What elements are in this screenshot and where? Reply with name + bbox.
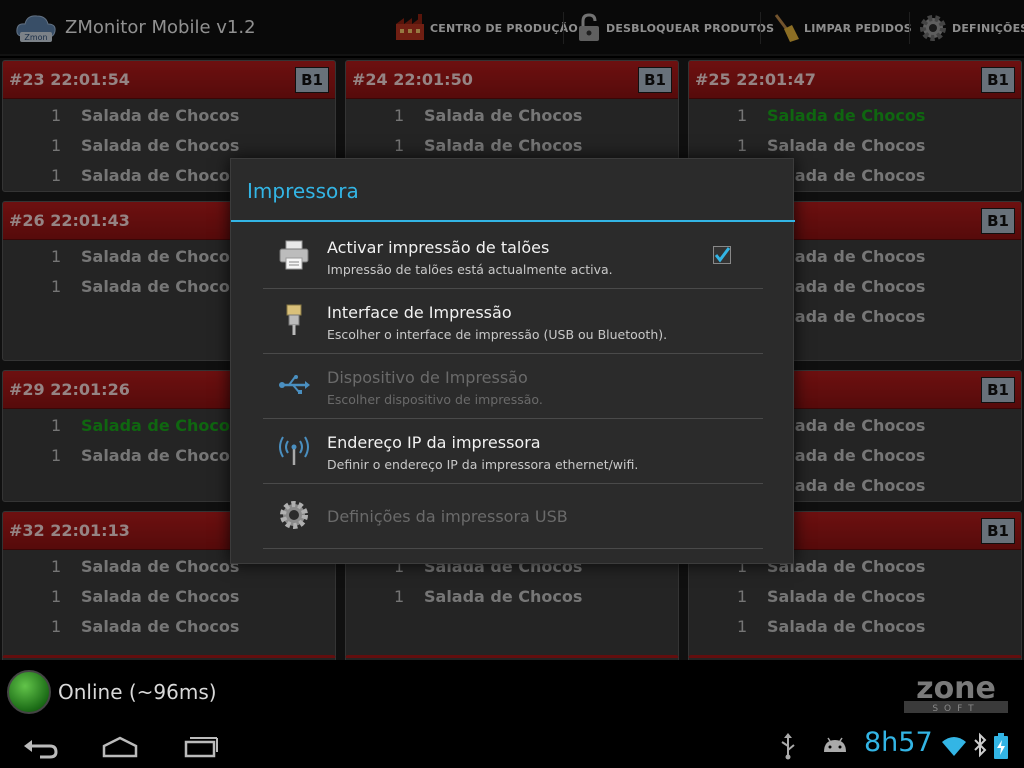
- checkmark-icon: [714, 247, 731, 263]
- dialog-title: Impressora: [247, 179, 359, 203]
- home-icon[interactable]: [100, 732, 140, 760]
- usb-icon: [279, 375, 310, 394]
- connection-status-bar: Online (~96ms) zone SOFT: [0, 660, 1024, 724]
- connection-status-text: Online (~96ms): [58, 680, 217, 704]
- pref-title: Endereço IP da impressora: [327, 433, 541, 452]
- pref-summary: Escolher o interface de impressão (USB o…: [327, 327, 668, 342]
- pref-title: Dispositivo de Impressão: [327, 368, 528, 387]
- pref-summary: Escolher dispositivo de impressão.: [327, 392, 543, 407]
- printer-dialog: Impressora Activar impressão de talões I…: [230, 158, 795, 564]
- zone-soft-logo: zone SOFT: [904, 671, 1008, 714]
- pref-title: Interface de Impressão: [327, 303, 512, 322]
- pref-print-interface[interactable]: Interface de Impressão Escolher o interf…: [263, 289, 763, 354]
- pref-usb-printer-settings[interactable]: Definições da impressora USB: [263, 484, 763, 549]
- bluetooth-icon: [974, 732, 987, 758]
- online-indicator-led: [7, 670, 51, 714]
- pref-summary: Impressão de talões está actualmente act…: [327, 262, 613, 277]
- system-navigation-bar: 8h57: [0, 724, 1024, 768]
- antenna-icon: [279, 436, 309, 465]
- usb-notification-icon: [781, 733, 795, 760]
- pref-title: Definições da impressora USB: [327, 507, 568, 526]
- system-clock: 8h57: [864, 727, 933, 758]
- pref-title: Activar impressão de talões: [327, 238, 550, 257]
- enable-printing-checkbox[interactable]: [713, 246, 731, 264]
- android-debug-icon: [824, 737, 846, 752]
- svg-text:SOFT: SOFT: [932, 704, 979, 714]
- connector-icon: [286, 304, 302, 335]
- printer-icon: [279, 240, 309, 270]
- svg-text:zone: zone: [916, 671, 996, 706]
- pref-printer-ip-address[interactable]: Endereço IP da impressora Definir o ende…: [263, 419, 763, 484]
- recent-apps-icon[interactable]: [182, 732, 220, 760]
- pref-print-device[interactable]: Dispositivo de Impressão Escolher dispos…: [263, 354, 763, 419]
- pref-enable-receipt-printing[interactable]: Activar impressão de talões Impressão de…: [263, 224, 763, 289]
- battery-charging-icon: [994, 733, 1008, 759]
- back-icon[interactable]: [22, 732, 60, 760]
- pref-summary: Definir o endereço IP da impressora ethe…: [327, 457, 639, 472]
- gear-icon: [280, 501, 308, 529]
- dialog-title-divider: [231, 220, 795, 222]
- wifi-icon: [942, 737, 966, 756]
